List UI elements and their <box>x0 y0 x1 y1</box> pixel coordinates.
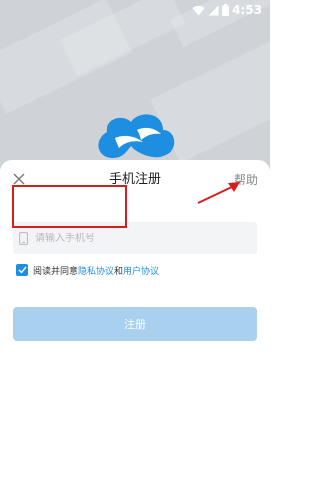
annotation-arrow-icon <box>195 178 243 206</box>
privacy-policy-link[interactable]: 隐私协议 <box>78 264 114 277</box>
status-bar: 4:53 <box>0 0 270 20</box>
cloud-logo-icon <box>91 108 179 164</box>
wifi-icon <box>192 5 205 16</box>
signal-icon <box>208 5 219 16</box>
status-time: 4:53 <box>232 3 262 17</box>
user-agreement-link[interactable]: 用户协议 <box>123 264 159 277</box>
battery-icon <box>222 4 230 16</box>
annotation-highlight-box <box>12 185 127 228</box>
register-button[interactable]: 注册 <box>13 307 257 341</box>
agreement-row: 阅读并同意 隐私协议 和 用户协议 <box>16 263 159 277</box>
phone-icon <box>19 231 31 245</box>
agreement-conjunction: 和 <box>114 266 124 277</box>
agreement-checkbox[interactable] <box>16 264 28 276</box>
phone-number-input[interactable] <box>35 232 235 244</box>
agreement-prefix: 阅读并同意 <box>33 266 79 277</box>
